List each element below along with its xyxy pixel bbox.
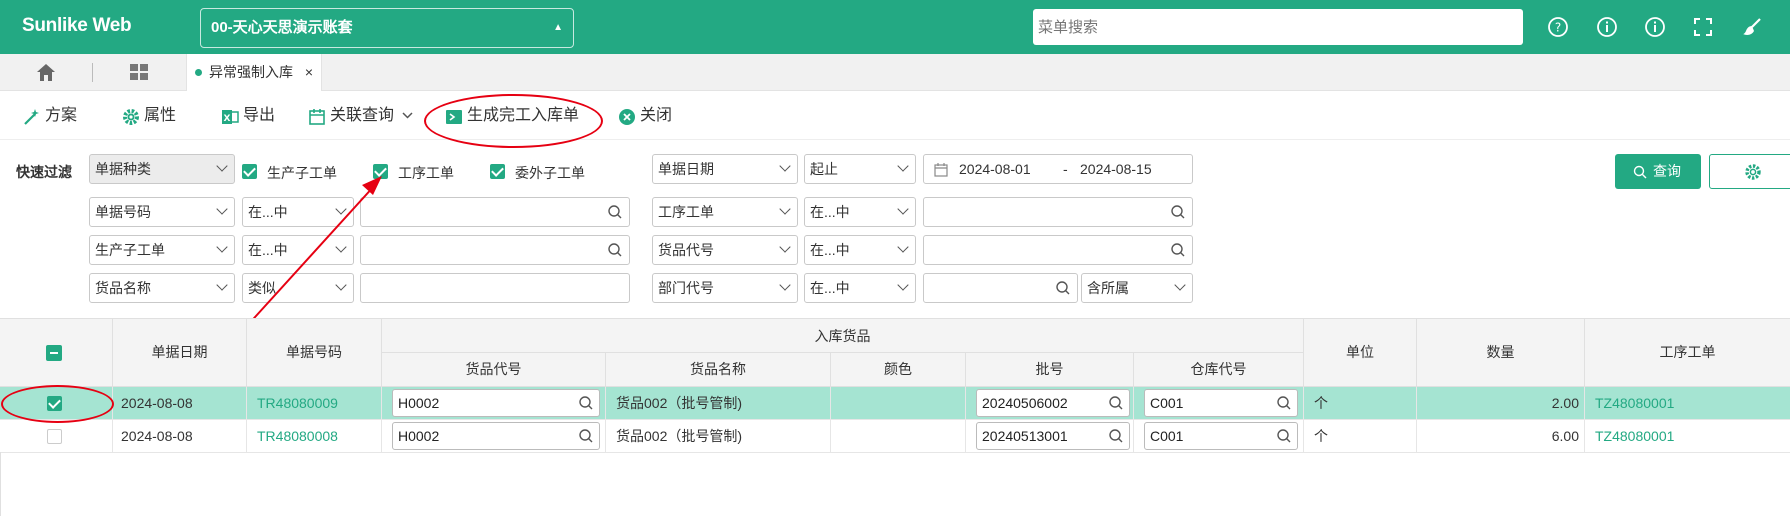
select-all-checkbox[interactable]: [46, 345, 62, 361]
cell-quantity: 6.00: [1417, 420, 1585, 453]
warehouse-cell-input[interactable]: C001: [1144, 389, 1298, 417]
header-doc-date[interactable]: 单据日期: [113, 319, 247, 387]
header-batch[interactable]: 批号: [966, 353, 1134, 387]
header-doc-no[interactable]: 单据号码: [247, 319, 382, 387]
cell-color: [831, 387, 966, 420]
cell-doc-no-link[interactable]: TR48080008: [247, 420, 382, 453]
cell-warehouse: C001: [1134, 387, 1304, 420]
row-select-cell: [0, 420, 113, 453]
header-quantity[interactable]: 数量: [1417, 319, 1585, 387]
search-icon[interactable]: [1108, 428, 1124, 444]
warehouse-cell-input[interactable]: C001: [1144, 422, 1298, 450]
cell-batch: 20240506002: [966, 387, 1134, 420]
cell-unit: 个: [1304, 387, 1417, 420]
cell-goods-code: H0002: [382, 387, 606, 420]
goods-code-cell-input[interactable]: H0002: [392, 422, 600, 450]
cell-process-order-link[interactable]: TZ48080001: [1585, 387, 1790, 420]
batch-cell-input[interactable]: 20240506002: [976, 389, 1130, 417]
header-inbound-goods-group: 入库货品: [382, 319, 1304, 353]
search-icon[interactable]: [1276, 395, 1292, 411]
cell-goods-name: 货品002（批号管制): [606, 420, 831, 453]
cell-doc-date: 2024-08-08: [113, 387, 247, 420]
cell-unit: 个: [1304, 420, 1417, 453]
cell-warehouse: C001: [1134, 420, 1304, 453]
header-unit[interactable]: 单位: [1304, 319, 1417, 387]
cell-color: [831, 420, 966, 453]
cell-doc-no-link[interactable]: TR48080009: [247, 387, 382, 420]
cell-goods-name: 货品002（批号管制): [606, 387, 831, 420]
cell-doc-date: 2024-08-08: [113, 420, 247, 453]
header-goods-code[interactable]: 货品代号: [382, 353, 606, 387]
cell-goods-code: H0002: [382, 420, 606, 453]
search-icon[interactable]: [578, 395, 594, 411]
cell-quantity: 2.00: [1417, 387, 1585, 420]
search-icon[interactable]: [1276, 428, 1292, 444]
table-row[interactable]: 2024-08-08 TR48080009 H0002 货品002（批号管制) …: [0, 387, 1790, 420]
cell-batch: 20240513001: [966, 420, 1134, 453]
table-row[interactable]: 2024-08-08 TR48080008 H0002 货品002（批号管制) …: [0, 420, 1790, 453]
search-icon[interactable]: [1108, 395, 1124, 411]
cell-process-order-link[interactable]: TZ48080001: [1585, 420, 1790, 453]
header-select-all-cell: [0, 319, 113, 387]
header-process-order[interactable]: 工序工单: [1585, 319, 1790, 387]
annotation-oval-row-checkbox: [1, 385, 114, 423]
header-warehouse[interactable]: 仓库代号: [1134, 353, 1304, 387]
row-checkbox[interactable]: [47, 429, 62, 444]
search-icon[interactable]: [578, 428, 594, 444]
table-left-border: [0, 452, 1, 516]
header-color[interactable]: 颜色: [831, 353, 966, 387]
goods-code-cell-input[interactable]: H0002: [392, 389, 600, 417]
results-table: 单据日期 单据号码 入库货品 货品代号 货品名称 颜色 批号 仓库代号 单位 数…: [0, 318, 1790, 453]
batch-cell-input[interactable]: 20240513001: [976, 422, 1130, 450]
header-goods-name[interactable]: 货品名称: [606, 353, 831, 387]
